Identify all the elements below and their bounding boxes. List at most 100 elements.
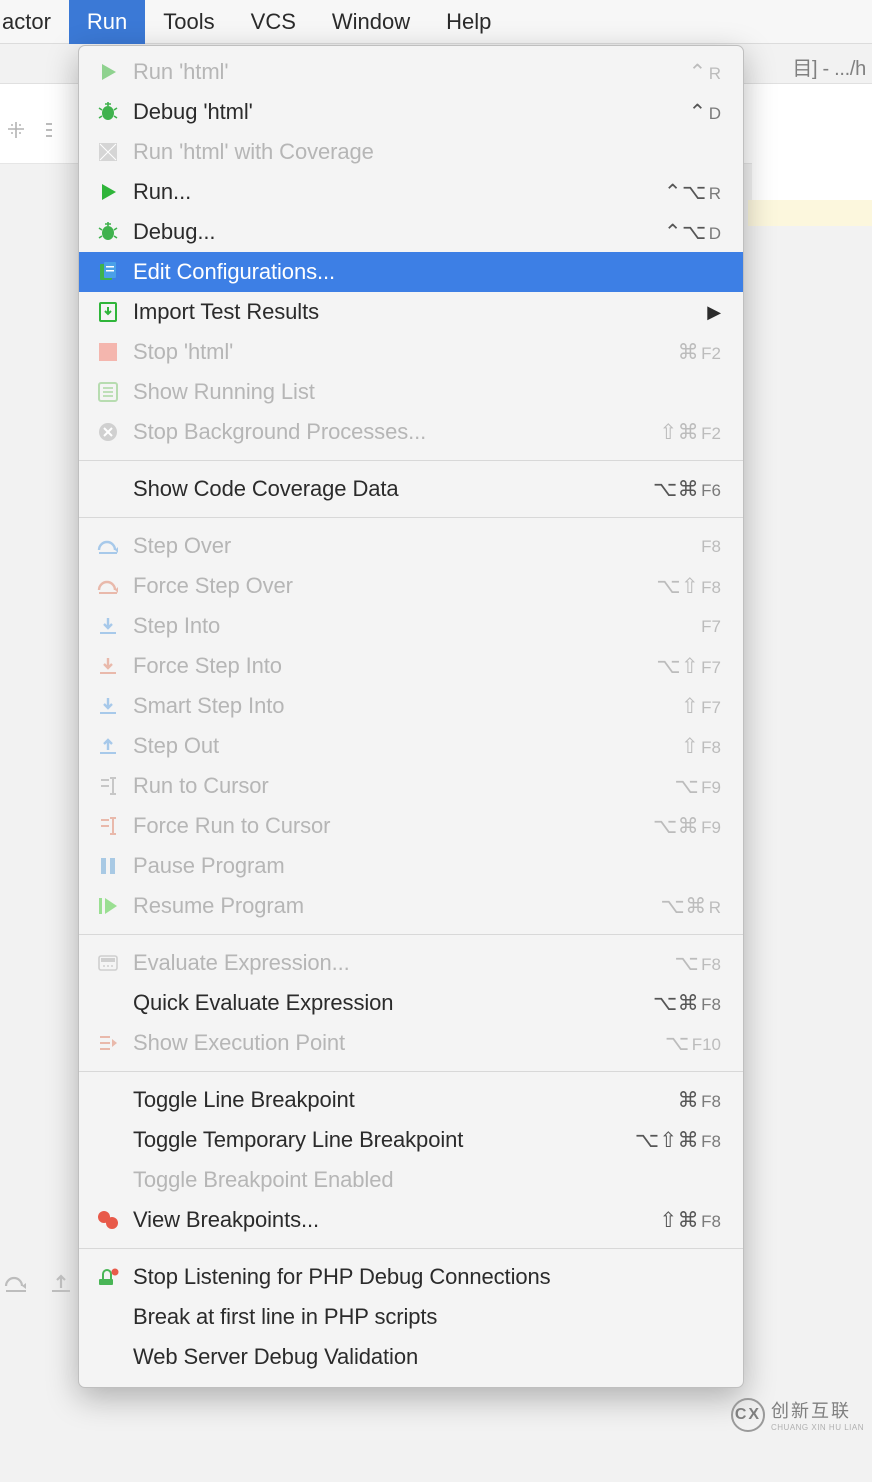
menu-label: Run to Cursor	[133, 773, 674, 799]
menu-label: Run 'html' with Coverage	[133, 139, 721, 165]
menu-pause-program[interactable]: Pause Program	[79, 846, 743, 886]
menu-window[interactable]: Window	[314, 0, 428, 44]
toolbar-step-icon[interactable]	[4, 1272, 30, 1302]
menu-run[interactable]: Run	[69, 0, 145, 44]
breakpoints-icon	[95, 1207, 121, 1233]
shortcut: ⌥⌘F8	[653, 991, 721, 1016]
menu-run-html-coverage[interactable]: Run 'html' with Coverage	[79, 132, 743, 172]
menu-run-ellipsis[interactable]: Run... ⌃⌥R	[79, 172, 743, 212]
menu-stop-background-processes[interactable]: Stop Background Processes... ⇧⌘F2	[79, 412, 743, 452]
menu-web-server-debug-validation[interactable]: Web Server Debug Validation	[79, 1337, 743, 1377]
step-over-icon	[95, 533, 121, 559]
menu-debug-ellipsis[interactable]: Debug... ⌃⌥D	[79, 212, 743, 252]
menu-label: Import Test Results	[133, 299, 707, 325]
menu-evaluate-expression[interactable]: Evaluate Expression... ⌥F8	[79, 943, 743, 983]
menu-force-step-into[interactable]: Force Step Into ⌥⇧F7	[79, 646, 743, 686]
toolbar-unknown-icon[interactable]	[42, 118, 66, 148]
edit-config-icon	[95, 259, 121, 285]
shortcut: ⌃⌥D	[664, 220, 721, 245]
menu-break-first-line-php[interactable]: Break at first line in PHP scripts	[79, 1297, 743, 1337]
menu-label: Force Step Into	[133, 653, 656, 679]
shortcut: ⌥F8	[674, 951, 721, 976]
menu-label: Stop 'html'	[133, 339, 678, 365]
shortcut: ⇧F8	[681, 734, 721, 759]
menu-force-step-over[interactable]: Force Step Over ⌥⇧F8	[79, 566, 743, 606]
menu-force-run-to-cursor[interactable]: Force Run to Cursor ⌥⌘F9	[79, 806, 743, 846]
menu-smart-step-into[interactable]: Smart Step Into ⇧F7	[79, 686, 743, 726]
force-step-into-icon	[95, 653, 121, 679]
menu-toggle-line-breakpoint[interactable]: Toggle Line Breakpoint ⌘F8	[79, 1080, 743, 1120]
evaluate-icon	[95, 950, 121, 976]
menu-import-test-results[interactable]: Import Test Results ▶	[79, 292, 743, 332]
close-circle-icon	[95, 419, 121, 445]
pause-icon	[95, 853, 121, 879]
bug-icon	[95, 99, 121, 125]
menu-toggle-temporary-line-breakpoint[interactable]: Toggle Temporary Line Breakpoint ⌥⇧⌘F8	[79, 1120, 743, 1160]
menu-help[interactable]: Help	[428, 0, 509, 44]
menu-label: Web Server Debug Validation	[133, 1344, 721, 1370]
shortcut: ⌥⌘F6	[653, 477, 721, 502]
menu-label: Resume Program	[133, 893, 661, 919]
menu-toggle-breakpoint-enabled[interactable]: Toggle Breakpoint Enabled	[79, 1160, 743, 1200]
menu-label: Smart Step Into	[133, 693, 681, 719]
php-listen-icon	[95, 1264, 121, 1290]
shortcut: ⌥⌘R	[661, 894, 721, 919]
bottom-toolbar	[4, 1272, 72, 1302]
resume-icon	[95, 893, 121, 919]
menu-debug-html[interactable]: Debug 'html' ⌃D	[79, 92, 743, 132]
menu-step-into[interactable]: Step Into F7	[79, 606, 743, 646]
smart-step-into-icon	[95, 693, 121, 719]
menu-separator	[79, 1248, 743, 1249]
menu-step-over[interactable]: Step Over F8	[79, 526, 743, 566]
menu-label: Show Execution Point	[133, 1030, 665, 1056]
menu-stop-listening-php-debug[interactable]: Stop Listening for PHP Debug Connections	[79, 1257, 743, 1297]
stop-icon	[95, 339, 121, 365]
menu-show-execution-point[interactable]: Show Execution Point ⌥F10	[79, 1023, 743, 1063]
shortcut: ⌥F10	[665, 1031, 721, 1056]
toolbar-structure-icon[interactable]	[4, 118, 28, 148]
menu-label: Quick Evaluate Expression	[133, 990, 653, 1016]
force-run-to-cursor-icon	[95, 813, 121, 839]
menu-show-running-list[interactable]: Show Running List	[79, 372, 743, 412]
menu-refactor-partial[interactable]: actor	[0, 0, 69, 44]
menu-label: View Breakpoints...	[133, 1207, 660, 1233]
shortcut: ⌥⇧⌘F8	[635, 1128, 721, 1153]
submenu-arrow-icon: ▶	[707, 302, 721, 323]
shortcut: ⌃⌥R	[664, 180, 721, 205]
play-icon	[95, 179, 121, 205]
menu-view-breakpoints[interactable]: View Breakpoints... ⇧⌘F8	[79, 1200, 743, 1240]
menu-step-out[interactable]: Step Out ⇧F8	[79, 726, 743, 766]
shortcut: ⌥F9	[674, 774, 721, 799]
menu-label: Edit Configurations...	[133, 259, 721, 285]
shortcut: ⌘F2	[678, 340, 721, 365]
import-icon	[95, 299, 121, 325]
bug-icon	[95, 219, 121, 245]
coverage-icon	[95, 139, 121, 165]
menu-vcs[interactable]: VCS	[233, 0, 314, 44]
menu-resume-program[interactable]: Resume Program ⌥⌘R	[79, 886, 743, 926]
menu-label: Run 'html'	[133, 59, 689, 85]
menubar: actor Run Tools VCS Window Help	[0, 0, 872, 44]
menu-stop-html[interactable]: Stop 'html' ⌘F2	[79, 332, 743, 372]
menu-run-to-cursor[interactable]: Run to Cursor ⌥F9	[79, 766, 743, 806]
run-to-cursor-icon	[95, 773, 121, 799]
menu-show-code-coverage-data[interactable]: Show Code Coverage Data ⌥⌘F6	[79, 469, 743, 509]
menu-run-html[interactable]: Run 'html' ⌃R	[79, 52, 743, 92]
menu-label: Debug...	[133, 219, 664, 245]
editor-highlight-strip	[748, 200, 872, 226]
menu-label: Break at first line in PHP scripts	[133, 1304, 721, 1330]
shortcut: F7	[699, 614, 721, 638]
watermark-subtext: CHUANG XIN HU LIAN	[771, 1423, 864, 1432]
menu-edit-configurations[interactable]: Edit Configurations...	[79, 252, 743, 292]
toolbar-step-out-icon[interactable]	[50, 1272, 72, 1302]
menu-label: Step Out	[133, 733, 681, 759]
menu-label: Step Over	[133, 533, 699, 559]
menu-tools[interactable]: Tools	[145, 0, 232, 44]
shortcut: ⇧F7	[681, 694, 721, 719]
menu-label: Step Into	[133, 613, 699, 639]
menu-quick-evaluate-expression[interactable]: Quick Evaluate Expression ⌥⌘F8	[79, 983, 743, 1023]
shortcut: ⌥⇧F8	[656, 574, 721, 599]
shortcut: ⌃D	[689, 100, 721, 125]
watermark-text: 创新互联	[771, 1401, 851, 1421]
step-out-icon	[95, 733, 121, 759]
